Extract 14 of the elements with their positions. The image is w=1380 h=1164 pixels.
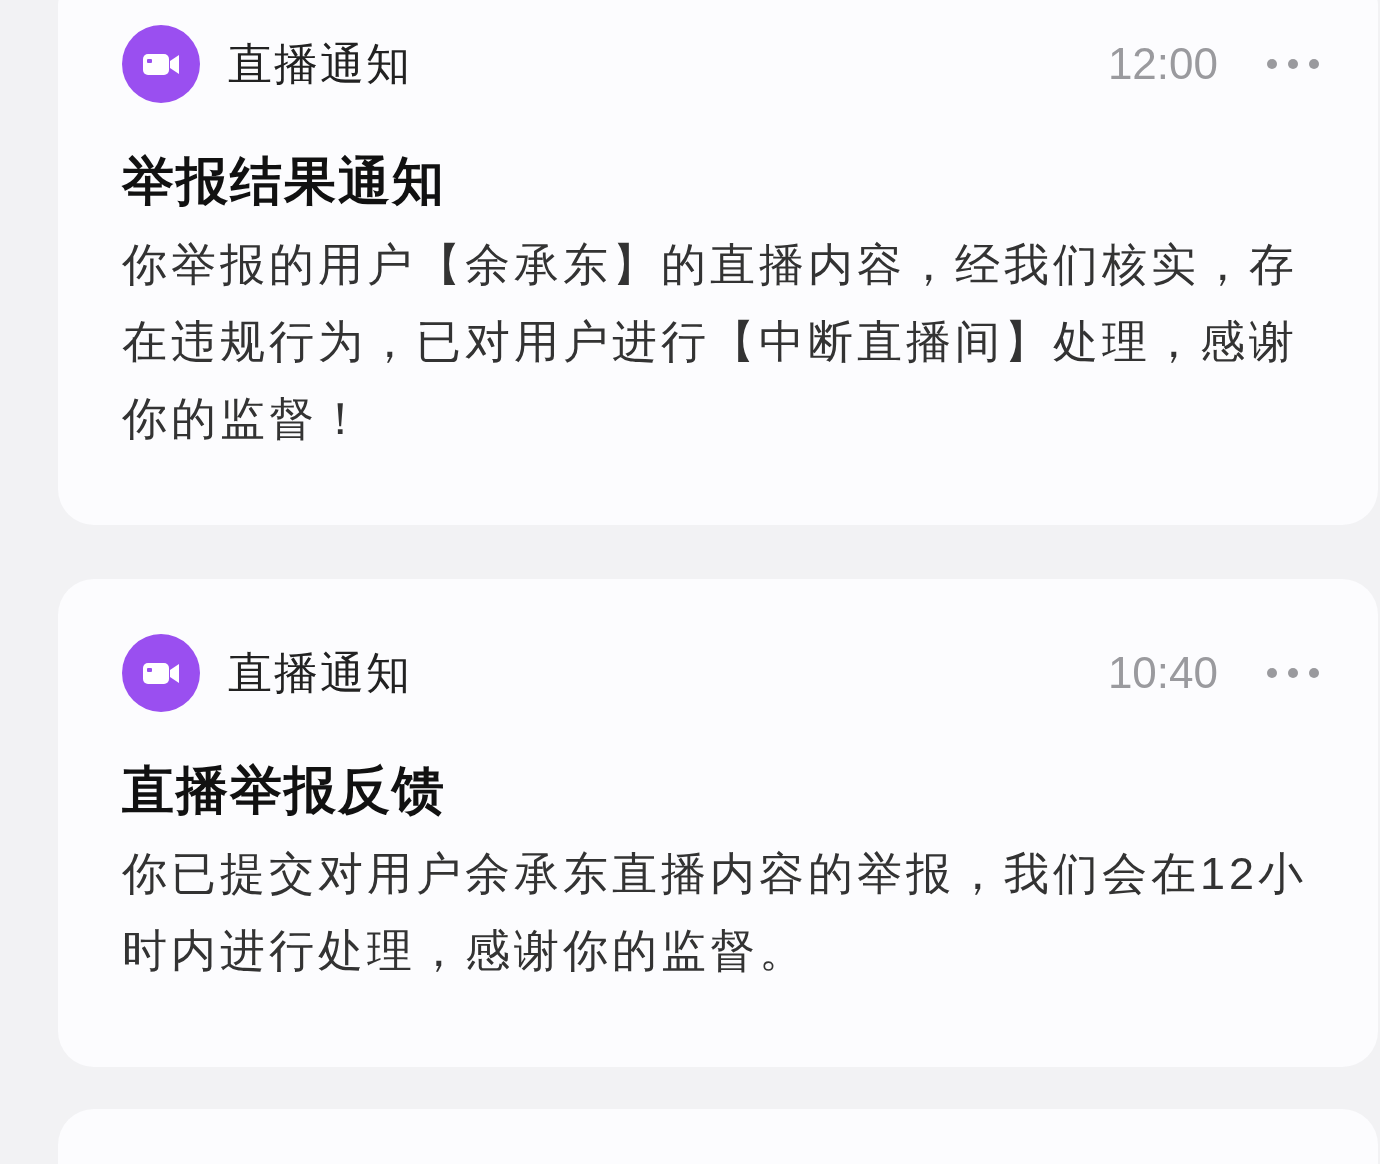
more-icon[interactable]	[1266, 667, 1320, 679]
notification-body: 你已提交对用户余承东直播内容的举报，我们会在12小时内进行处理，感谢你的监督。	[122, 847, 1309, 979]
notification-time: 10:40	[1107, 647, 1218, 699]
notification-time: 12:00	[1107, 38, 1218, 90]
notification-title: 举报结果通知	[122, 151, 447, 212]
notification-title: 直播举报反馈	[122, 760, 447, 821]
video-camera-icon	[122, 634, 200, 712]
app-name: 直播通知	[228, 647, 412, 699]
notification-body: 你举报的用户【余承东】的直播内容，经我们核实，存在违规行为，已对用户进行【中断直播间】处理，感谢你的监督！	[122, 238, 1299, 447]
notification-card[interactable]: 直播通知 12:00 举报结果通知 你举报的用户【余承东】的直播内容，经我们核实，存在违规行为，已对用户进行【中断直播间】处理，感谢你的监督！	[58, 0, 1378, 525]
more-icon[interactable]	[1266, 58, 1320, 70]
app-name: 直播通知	[228, 38, 412, 90]
video-camera-icon	[122, 25, 200, 103]
notification-card[interactable]: 直播通知 10:40 直播举报反馈 你已提交对用户余承东直播内容的举报，我们会在12小时内进行处理，感谢你的监督。	[58, 579, 1378, 1067]
